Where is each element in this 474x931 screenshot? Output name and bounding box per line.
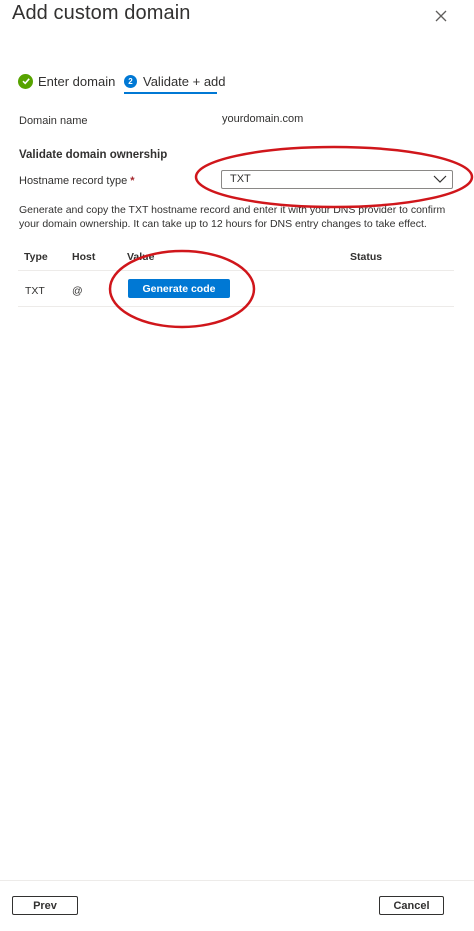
generate-code-button[interactable]: Generate code xyxy=(128,279,230,298)
active-step-indicator xyxy=(124,92,217,94)
annotation-overlay xyxy=(108,145,474,329)
table-header-divider xyxy=(18,270,454,271)
cell-host: @ xyxy=(72,285,83,297)
dropdown-selected-value: TXT xyxy=(230,173,251,185)
step-enter-domain[interactable]: Enter domain xyxy=(18,70,115,92)
domain-name-value: yourdomain.com xyxy=(222,113,304,125)
validate-section-heading: Validate domain ownership xyxy=(19,149,168,161)
wizard-steps: Enter domain 2 Validate + add xyxy=(18,70,458,94)
hostname-label-text: Hostname record type xyxy=(19,175,128,187)
column-header-value: Value xyxy=(127,251,155,263)
table-row-divider xyxy=(18,306,454,307)
chevron-down-icon xyxy=(433,175,447,183)
cell-type: TXT xyxy=(25,285,45,297)
panel-title: Add custom domain xyxy=(12,2,191,24)
hostname-record-type-dropdown[interactable]: TXT xyxy=(221,170,453,189)
footer-divider xyxy=(0,880,474,881)
validation-description: Generate and copy the TXT hostname recor… xyxy=(19,204,446,230)
close-icon[interactable] xyxy=(432,7,450,25)
step-label: Validate + add xyxy=(143,73,226,89)
prev-button[interactable]: Prev xyxy=(12,896,78,915)
step-validate-add[interactable]: 2 Validate + add xyxy=(124,70,226,92)
column-header-status: Status xyxy=(350,251,383,263)
column-header-type: Type xyxy=(24,251,48,263)
add-custom-domain-panel: Add custom domain Enter domain 2 Validat… xyxy=(0,0,474,931)
column-header-host: Host xyxy=(72,251,96,263)
domain-name-label: Domain name xyxy=(19,115,88,127)
check-circle-icon xyxy=(18,73,33,89)
step-label: Enter domain xyxy=(38,73,116,89)
cancel-button[interactable]: Cancel xyxy=(379,896,444,915)
step-number-badge: 2 xyxy=(124,74,137,88)
hostname-record-type-label: Hostname record type * xyxy=(19,175,135,187)
required-marker: * xyxy=(130,175,135,187)
